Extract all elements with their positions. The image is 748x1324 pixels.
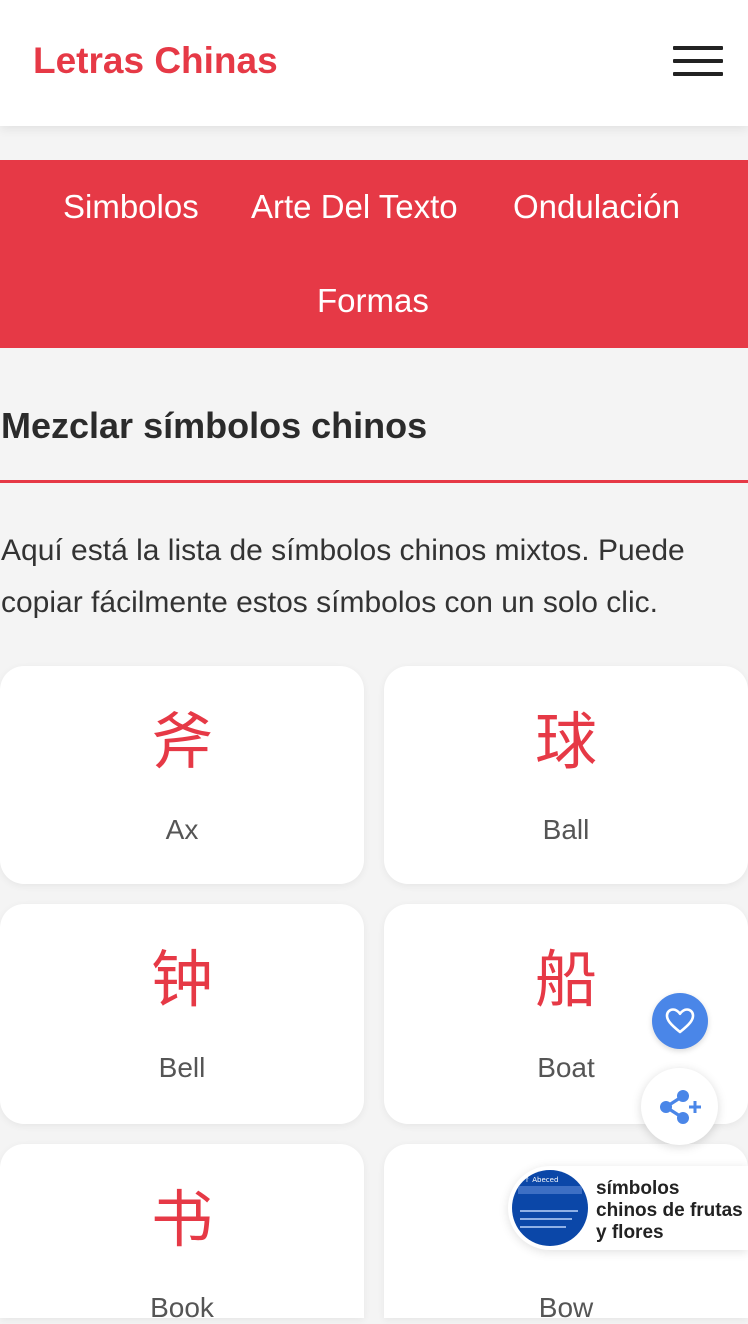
- promo-thumbnail: as ↑ Abeced: [512, 1170, 588, 1246]
- promo-thumb-caption: as ↑ Abeced: [514, 1176, 559, 1184]
- symbol-glyph: 钟: [150, 943, 213, 1016]
- symbol-name: Bow: [538, 1292, 594, 1323]
- nav-item-ondulacion[interactable]: Ondulación: [513, 188, 680, 226]
- heart-icon: [665, 1008, 695, 1034]
- hamburger-menu-icon[interactable]: [673, 46, 723, 78]
- hamburger-line: [673, 59, 723, 63]
- promo-thumb-line: [520, 1226, 566, 1228]
- hamburger-line: [673, 46, 723, 50]
- promo-thumb-bar: [518, 1186, 582, 1194]
- favorite-button[interactable]: [652, 993, 708, 1049]
- share-plus-icon: [659, 1089, 701, 1124]
- symbol-name: Bell: [158, 1052, 206, 1083]
- symbol-name: Ax: [165, 814, 199, 845]
- site-logo[interactable]: Letras Chinas: [33, 40, 278, 82]
- site-header: Letras Chinas: [0, 0, 748, 126]
- intro-text: Aquí está la lista de símbolos chinos mi…: [1, 525, 746, 629]
- page-title: Mezclar símbolos chinos: [1, 405, 428, 446]
- intro-line: copiar fácilmente estos símbolos con un …: [1, 586, 658, 619]
- main-nav: Simbolos Arte Del Texto Ondulación Forma…: [0, 160, 748, 348]
- promo-thumb-line: [520, 1218, 572, 1220]
- symbol-glyph: 书: [150, 1183, 213, 1256]
- symbol-glyph: 球: [534, 705, 597, 778]
- promo-thumb-line: [520, 1210, 578, 1212]
- symbol-name: Ball: [542, 814, 590, 845]
- nav-item-arte-del-texto[interactable]: Arte Del Texto: [251, 188, 458, 226]
- share-button[interactable]: [641, 1068, 718, 1145]
- nav-item-simbolos[interactable]: Simbolos: [63, 188, 199, 226]
- nav-item-formas[interactable]: Formas: [317, 282, 429, 320]
- related-article-promo[interactable]: as ↑ Abeced símbolos chinos de frutas y …: [508, 1166, 748, 1250]
- hamburger-line: [673, 72, 723, 76]
- symbol-card-ball[interactable]: 球 Ball: [384, 666, 748, 884]
- title-divider: [0, 480, 748, 483]
- promo-title: símbolos chinos de frutas y flores: [596, 1178, 743, 1243]
- symbol-card-bell[interactable]: 钟 Bell: [0, 904, 364, 1124]
- symbol-glyph: 斧: [150, 705, 213, 778]
- intro-line: Aquí está la lista de símbolos chinos mi…: [1, 534, 685, 567]
- symbol-name: Book: [150, 1292, 214, 1323]
- symbol-card-book[interactable]: 书 Book: [0, 1144, 364, 1323]
- symbol-card-ax[interactable]: 斧 Ax: [0, 666, 364, 884]
